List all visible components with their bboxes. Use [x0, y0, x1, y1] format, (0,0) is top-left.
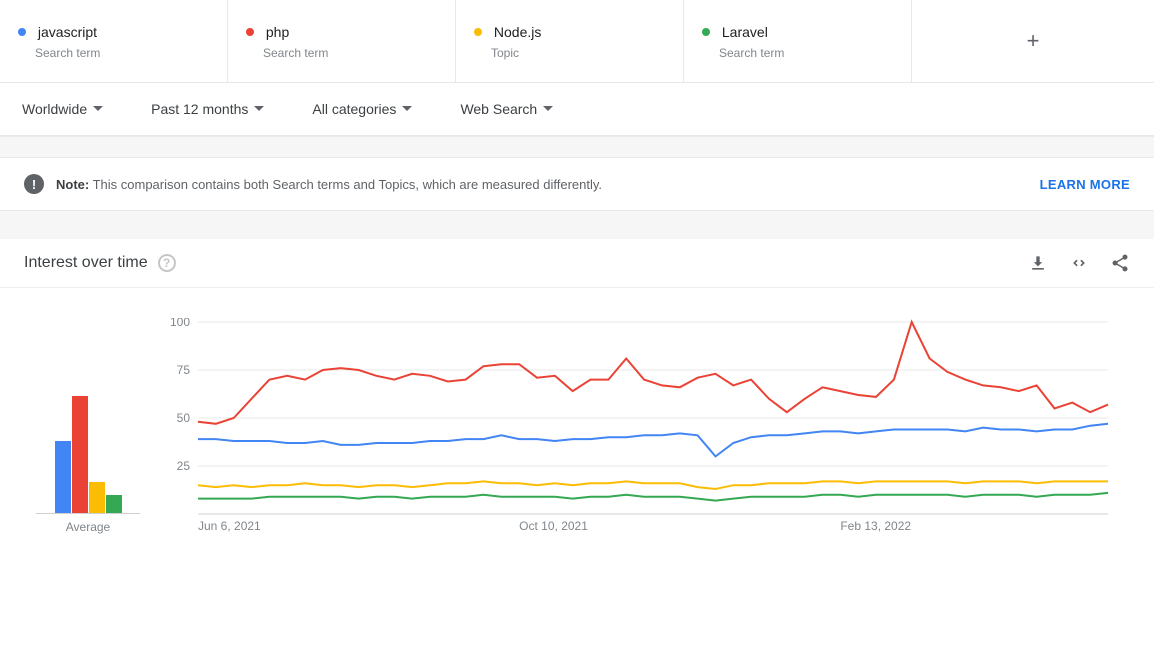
- svg-text:75: 75: [177, 363, 191, 377]
- divider: [0, 136, 1154, 158]
- term-php[interactable]: php Search term: [228, 0, 456, 82]
- svg-text:Jun 6, 2021: Jun 6, 2021: [198, 519, 261, 533]
- filters-row: Worldwide Past 12 months All categories …: [0, 83, 1154, 136]
- term-name: Node.js: [494, 24, 541, 40]
- panel-title: Interest over time: [24, 254, 148, 272]
- interest-over-time-panel: Interest over time ? Average 25 50 75 100 Ju…: [0, 239, 1154, 544]
- term-name: javascript: [38, 24, 97, 40]
- embed-icon[interactable]: [1068, 253, 1090, 273]
- plus-icon: +: [1027, 28, 1040, 54]
- series-nodejs: [198, 481, 1108, 489]
- compare-terms-row: javascript Search term php Search term N…: [0, 0, 1154, 83]
- chevron-down-icon: [93, 106, 103, 112]
- filter-label: All categories: [312, 101, 396, 117]
- filter-label: Worldwide: [22, 101, 87, 117]
- note-text: Note: This comparison contains both Sear…: [56, 177, 602, 192]
- note-bar: ! Note: This comparison contains both Se…: [0, 158, 1154, 211]
- average-label: Average: [18, 520, 158, 534]
- download-icon[interactable]: [1028, 253, 1048, 273]
- dot-icon: [702, 28, 710, 36]
- share-icon[interactable]: [1110, 253, 1130, 273]
- svg-text:50: 50: [177, 411, 191, 425]
- avg-bar-laravel: [106, 495, 122, 513]
- chevron-down-icon: [254, 106, 264, 112]
- avg-bar-nodejs: [89, 482, 105, 513]
- series-javascript: [198, 424, 1108, 457]
- divider: [0, 211, 1154, 239]
- term-subtype: Search term: [719, 46, 893, 60]
- help-icon[interactable]: ?: [158, 254, 176, 272]
- add-comparison-button[interactable]: +: [912, 0, 1154, 82]
- filter-label: Web Search: [460, 101, 537, 117]
- svg-text:Oct 10, 2021: Oct 10, 2021: [519, 519, 588, 533]
- series-laravel: [198, 493, 1108, 501]
- term-nodejs[interactable]: Node.js Topic: [456, 0, 684, 82]
- svg-text:100: 100: [170, 318, 190, 329]
- filter-category[interactable]: All categories: [312, 101, 412, 117]
- dot-icon: [474, 28, 482, 36]
- svg-text:25: 25: [177, 459, 191, 473]
- term-subtype: Topic: [491, 46, 665, 60]
- chevron-down-icon: [543, 106, 553, 112]
- exclamation-icon: !: [24, 174, 44, 194]
- dot-icon: [246, 28, 254, 36]
- filter-label: Past 12 months: [151, 101, 248, 117]
- learn-more-link[interactable]: LEARN MORE: [1040, 177, 1130, 192]
- term-javascript[interactable]: javascript Search term: [0, 0, 228, 82]
- panel-header: Interest over time ?: [0, 239, 1154, 288]
- filter-search-type[interactable]: Web Search: [460, 101, 553, 117]
- dot-icon: [18, 28, 26, 36]
- avg-bar-php: [72, 396, 88, 513]
- chevron-down-icon: [402, 106, 412, 112]
- svg-text:Feb 13, 2022: Feb 13, 2022: [840, 519, 911, 533]
- term-subtype: Search term: [263, 46, 437, 60]
- series-php: [198, 322, 1108, 424]
- avg-bar-javascript: [55, 441, 71, 513]
- average-bars: Average: [18, 318, 158, 534]
- filter-time[interactable]: Past 12 months: [151, 101, 264, 117]
- line-chart[interactable]: 25 50 75 100 Jun 6, 2021 Oct 10, 2021 Feb 13, …: [158, 318, 1136, 534]
- term-subtype: Search term: [35, 46, 209, 60]
- term-name: php: [266, 24, 289, 40]
- term-laravel[interactable]: Laravel Search term: [684, 0, 912, 82]
- filter-region[interactable]: Worldwide: [22, 101, 103, 117]
- term-name: Laravel: [722, 24, 768, 40]
- chart-area: Average 25 50 75 100 Jun 6, 2021 Oct 10, 2021…: [0, 288, 1154, 544]
